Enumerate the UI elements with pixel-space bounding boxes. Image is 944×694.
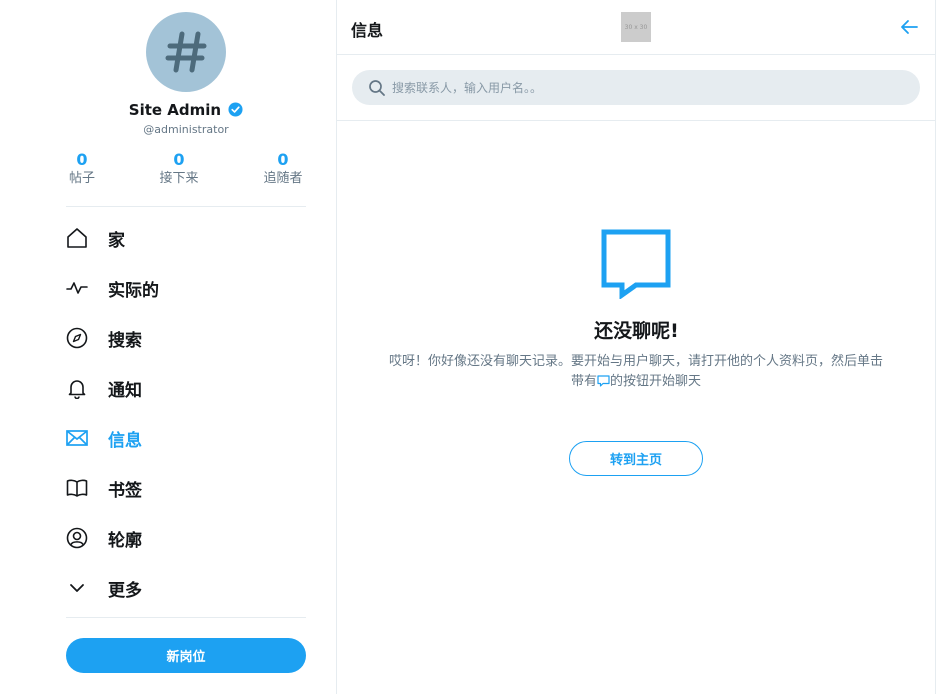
placeholder-image: 30 x 30 xyxy=(621,12,651,42)
nav-label-home: 家 xyxy=(108,230,125,251)
sidebar: Site Admin @administrator 0 帖子 0 接下来 0 追… xyxy=(0,0,337,694)
nav-label-profile: 轮廓 xyxy=(108,530,142,551)
search-box[interactable] xyxy=(352,70,920,105)
nav-label-activity: 实际的 xyxy=(108,280,159,301)
chevron-down-icon xyxy=(66,577,88,599)
stat-posts[interactable]: 0 帖子 xyxy=(42,150,122,188)
compass-icon xyxy=(66,327,88,349)
nav-label-bookmarks: 书签 xyxy=(108,480,142,501)
nav-item-notifications[interactable]: 通知 xyxy=(66,368,306,408)
chat-bubble-icon xyxy=(597,375,610,387)
header: 信息 30 x 30 xyxy=(337,0,936,55)
empty-state-description: 哎呀！你好像还没有聊天记录。要开始与用户聊天，请打开他的个人资料页，然后单击带有… xyxy=(385,352,887,392)
nav-item-activity[interactable]: 实际的 xyxy=(66,268,306,308)
nav-item-home[interactable]: 家 xyxy=(66,218,306,258)
stat-followers-label: 追随者 xyxy=(263,171,303,186)
nav-item-bookmarks[interactable]: 书签 xyxy=(66,468,306,508)
stat-followers[interactable]: 0 追随者 xyxy=(243,150,323,188)
nav-item-profile[interactable]: 轮廓 xyxy=(66,518,306,558)
nav-item-more[interactable]: 更多 xyxy=(66,568,306,608)
mail-icon xyxy=(66,427,88,449)
arrow-left-icon xyxy=(901,20,918,34)
profile-name[interactable]: Site Admin xyxy=(129,101,221,119)
user-circle-icon xyxy=(66,527,88,549)
nav-label-notifications: 通知 xyxy=(108,380,142,401)
search-icon xyxy=(369,80,385,96)
nav-label-more: 更多 xyxy=(108,580,142,601)
stat-following[interactable]: 0 接下来 xyxy=(139,150,219,188)
verified-badge-icon xyxy=(228,102,243,117)
stat-posts-label: 帖子 xyxy=(68,171,95,186)
stat-following-value: 0 xyxy=(173,150,185,169)
stat-followers-value: 0 xyxy=(277,150,289,169)
avatar[interactable] xyxy=(146,12,226,92)
divider xyxy=(66,617,306,618)
nav-item-messages[interactable]: 信息 xyxy=(66,418,306,458)
activity-icon xyxy=(66,277,88,299)
back-button[interactable] xyxy=(898,16,920,38)
main-panel: 信息 30 x 30 还没聊呢! 哎呀！你好像还没有聊天记录。要开始与用户聊天，… xyxy=(337,0,936,694)
stat-following-label: 接下来 xyxy=(159,171,199,186)
go-home-button[interactable]: 转到主页 xyxy=(569,441,703,476)
search-area xyxy=(337,55,936,121)
empty-state-title: 还没聊呢! xyxy=(594,320,679,342)
empty-state-description-end: 的按钮开始聊天 xyxy=(610,374,702,389)
chat-bubble-icon xyxy=(601,229,671,299)
stat-posts-value: 0 xyxy=(76,150,88,169)
search-input[interactable] xyxy=(392,70,902,105)
profile-name-row: Site Admin xyxy=(0,100,372,119)
bell-icon xyxy=(66,377,88,399)
nav-label-explore: 搜索 xyxy=(108,330,142,351)
nav-item-explore[interactable]: 搜索 xyxy=(66,318,306,358)
book-icon xyxy=(66,477,88,499)
hash-icon xyxy=(165,31,207,73)
profile-handle: @administrator xyxy=(143,123,229,136)
home-icon xyxy=(66,227,88,249)
new-post-button[interactable]: 新岗位 xyxy=(66,638,306,673)
divider xyxy=(66,206,306,207)
nav-label-messages: 信息 xyxy=(108,430,142,451)
page-title: 信息 xyxy=(351,21,384,40)
